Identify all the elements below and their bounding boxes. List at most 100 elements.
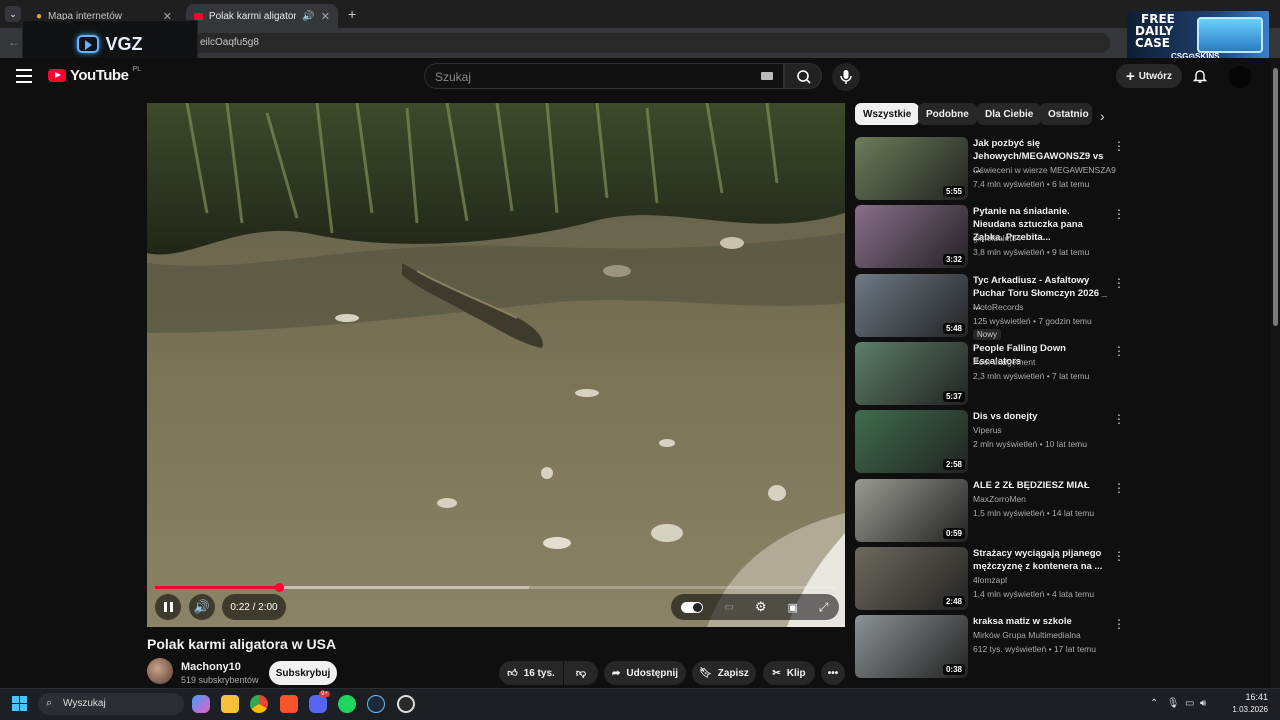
related-channel[interactable]: MotoRecords: [973, 302, 1024, 312]
video-thumbnail[interactable]: 3:32: [855, 205, 968, 268]
speaker-icon[interactable]: 🔊: [302, 11, 314, 22]
video-duration: 2:58: [942, 459, 965, 470]
chip-ostatnio[interactable]: Ostatnio: [1040, 103, 1092, 125]
more-options-icon[interactable]: ⋮: [1113, 276, 1125, 290]
scrollbar-thumb[interactable]: [1273, 68, 1278, 326]
microphone-icon: [840, 70, 852, 84]
tab-list-button[interactable]: ⌄: [5, 6, 21, 22]
discord-icon[interactable]: 9+: [309, 691, 330, 713]
keyboard-icon[interactable]: [761, 72, 773, 80]
more-options-icon[interactable]: ⋮: [1113, 617, 1125, 631]
clock-time[interactable]: 16:41: [1236, 692, 1268, 702]
chip-wszystkie[interactable]: Wszystkie: [855, 103, 920, 125]
crate-image: [1197, 17, 1263, 53]
file-explorer-icon[interactable]: [221, 695, 239, 713]
video-thumbnail[interactable]: 5:48: [855, 274, 968, 337]
volume-icon[interactable]: 🔊: [189, 594, 215, 620]
display-icon[interactable]: ▭: [1185, 698, 1194, 709]
youtube-play-icon: [48, 69, 66, 82]
youtube-logo[interactable]: YouTube PL: [48, 66, 141, 84]
save-button[interactable]: 🔖︎ Zapisz: [692, 661, 756, 685]
create-button[interactable]: + Utwórz: [1116, 64, 1182, 88]
channel-name[interactable]: Machony10: [181, 661, 241, 673]
steam-icon[interactable]: [367, 695, 385, 713]
related-video-title[interactable]: Strażacy wyciągają pijanego mężczyznę z …: [973, 547, 1111, 573]
related-channel[interactable]: Poor Judgement: [973, 357, 1035, 367]
subscribe-button[interactable]: Subskrybuj: [269, 661, 337, 685]
related-video-item[interactable]: 0:59 ALE 2 ZŁ BĘDZIESZ MIAŁ MaxZorroMen 1,5…: [855, 479, 1125, 543]
chrome-icon[interactable]: [250, 695, 268, 713]
notifications-bell-icon[interactable]: [1192, 68, 1208, 84]
more-options-icon[interactable]: ⋮: [1113, 139, 1125, 153]
video-duration: 5:55: [942, 186, 965, 197]
video-thumbnail[interactable]: 2:48: [855, 547, 968, 610]
windows-start-icon[interactable]: [12, 696, 28, 712]
volume-icon[interactable]: 🔊︎: [1200, 698, 1206, 709]
chip-podobne[interactable]: Podobne: [918, 103, 977, 125]
related-channel[interactable]: Viperus: [973, 425, 1002, 435]
search-input[interactable]: Szukaj: [424, 63, 784, 89]
browser-tab-youtube[interactable]: Polak karmi aligatora w USA 🔊 ✕: [186, 4, 338, 28]
hamburger-menu-icon[interactable]: [16, 69, 32, 83]
recording-app-icon[interactable]: [397, 695, 415, 713]
related-video-title[interactable]: Dis vs donejty: [973, 410, 1111, 423]
miniplayer-icon[interactable]: ▣: [788, 601, 798, 614]
related-video-item[interactable]: 5:55 Jak pozbyć się Jehowych/MEGAWONSZ9 v…: [855, 137, 1125, 201]
channel-avatar[interactable]: [147, 658, 173, 684]
taskbar-search[interactable]: ⌕ Wyszukaj: [38, 693, 184, 715]
like-button[interactable]: 👍︎ 16 tys.: [499, 661, 563, 685]
related-video-item[interactable]: 2:48 Strażacy wyciągają pijanego mężczyzn…: [855, 547, 1125, 611]
clip-button[interactable]: ✂ Klip: [763, 661, 815, 685]
related-channel[interactable]: MaxZorroMen: [973, 494, 1026, 504]
more-options-icon[interactable]: ⋮: [1113, 481, 1125, 495]
related-channel[interactable]: Oświeceni w wierze MEGAWENSZA9: [973, 165, 1116, 175]
related-video-item[interactable]: 3:32 Pytanie na śniadanie. Nieudana sztuc…: [855, 205, 1125, 269]
related-video-title[interactable]: kraksa matiz w szkole: [973, 615, 1111, 628]
brave-icon[interactable]: [280, 695, 298, 713]
back-arrow-icon[interactable]: ←: [8, 35, 20, 49]
subscriber-count: 519 subskrybentów: [181, 675, 259, 685]
video-thumbnail[interactable]: 0:59: [855, 479, 968, 542]
video-thumbnail[interactable]: 5:55: [855, 137, 968, 200]
chip-dla-ciebie[interactable]: Dla Ciebie: [977, 103, 1042, 125]
search-button[interactable]: [784, 63, 822, 89]
related-channel[interactable]: 4lomzapl: [973, 575, 1007, 585]
more-options-icon[interactable]: ⋮: [1113, 344, 1125, 358]
share-button[interactable]: ➦ Udostępnij: [604, 661, 686, 685]
dislike-button[interactable]: 👎︎: [564, 661, 598, 685]
scrubber-handle[interactable]: [275, 583, 284, 592]
related-video-item[interactable]: 5:48 Tyc Arkadiusz - Asfaltowy Puchar Tor…: [855, 274, 1125, 340]
more-options-icon[interactable]: ⋮: [1113, 412, 1125, 426]
url-field[interactable]: eilcOaqfu5g8: [150, 33, 1110, 53]
related-channel[interactable]: gimeldalet34: [973, 233, 1021, 243]
voice-search-button[interactable]: [832, 63, 860, 91]
microphone-icon[interactable]: 🎙︎: [1167, 698, 1180, 709]
related-channel[interactable]: Mirków Grupa Multimedialna: [973, 630, 1081, 640]
csgo-skins-ad[interactable]: FREE DAILY CASE CSG⊙SKINS: [1127, 11, 1269, 63]
chevron-right-icon[interactable]: ›: [1100, 108, 1105, 124]
related-video-item[interactable]: 2:58 Dis vs donejty Viperus 2 mln wyświetle…: [855, 410, 1125, 474]
more-actions-button[interactable]: •••: [821, 661, 845, 685]
fullscreen-icon[interactable]: ⤢: [819, 600, 829, 615]
copilot-icon[interactable]: [192, 695, 210, 713]
chevron-up-icon[interactable]: ⌃: [1150, 698, 1158, 709]
subtitles-icon[interactable]: ▭: [724, 602, 733, 613]
video-thumbnail[interactable]: 0:38: [855, 615, 968, 678]
clock-date[interactable]: 1.03.2026: [1224, 705, 1268, 714]
pause-button[interactable]: [155, 594, 181, 620]
close-tab-icon[interactable]: ✕: [321, 10, 330, 23]
more-options-icon[interactable]: ⋮: [1113, 549, 1125, 563]
account-avatar[interactable]: [1229, 66, 1251, 88]
spotify-icon[interactable]: [338, 695, 356, 713]
new-tab-button[interactable]: +: [348, 6, 356, 22]
scissors-icon: ✂: [772, 667, 781, 679]
video-player[interactable]: [147, 103, 845, 627]
video-thumbnail[interactable]: 2:58: [855, 410, 968, 473]
autoplay-toggle[interactable]: [681, 601, 704, 613]
related-video-title[interactable]: ALE 2 ZŁ BĘDZIESZ MIAŁ: [973, 479, 1111, 492]
video-thumbnail[interactable]: 5:37: [855, 342, 968, 405]
more-options-icon[interactable]: ⋮: [1113, 207, 1125, 221]
related-video-item[interactable]: 5:37 People Falling Down Escalators Poor J…: [855, 342, 1125, 406]
settings-gear-icon[interactable]: ⚙: [755, 599, 767, 615]
related-video-item[interactable]: 0:38 kraksa matiz w szkole Mirków Grupa Mu…: [855, 615, 1125, 679]
